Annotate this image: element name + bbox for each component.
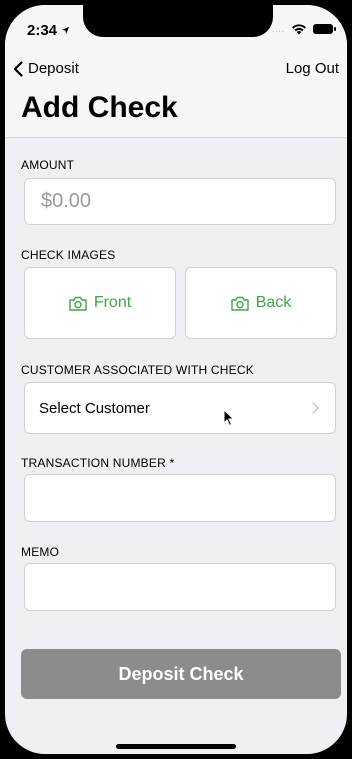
phone-screen: 2:34 .... Deposit Log Out Add Check AMOU…	[5, 5, 347, 754]
back-label: Deposit	[28, 60, 79, 77]
camera-icon	[69, 296, 87, 311]
transaction-number-label: TRANSACTION NUMBER *	[21, 456, 175, 470]
customer-select[interactable]: Select Customer	[24, 382, 336, 434]
status-bar: 2:34 ....	[5, 5, 347, 51]
page-title: Add Check	[21, 91, 178, 124]
back-image-button[interactable]: Back	[185, 267, 337, 339]
memo-input[interactable]	[25, 564, 335, 610]
signal-dots: ....	[272, 24, 285, 34]
camera-icon	[231, 296, 249, 311]
wifi-icon	[292, 24, 306, 35]
mouse-pointer-icon	[223, 409, 235, 427]
customer-select-row[interactable]: Select Customer	[25, 383, 335, 433]
location-arrow-icon	[62, 26, 70, 35]
back-button[interactable]: Deposit	[13, 60, 79, 77]
transaction-number-field	[24, 474, 336, 522]
check-images-label: CHECK IMAGES	[21, 248, 116, 262]
front-label: Front	[93, 294, 132, 311]
transaction-number-input[interactable]	[25, 475, 335, 521]
battery-icon	[313, 24, 336, 34]
amount-label: AMOUNT	[21, 158, 75, 172]
memo-field	[24, 563, 336, 611]
chevron-right-icon	[312, 402, 319, 414]
logout-button[interactable]: Log Out	[286, 60, 339, 77]
system-icons: ....	[272, 23, 336, 35]
home-indicator[interactable]	[116, 744, 236, 749]
memo-label: MEMO	[21, 545, 60, 559]
amount-input[interactable]	[25, 179, 335, 224]
customer-label: CUSTOMER ASSOCIATED WITH CHECK	[21, 363, 254, 377]
front-image-button[interactable]: Front	[24, 267, 176, 339]
back-label: Back	[255, 294, 292, 311]
notch	[83, 5, 273, 37]
status-time: 2:34	[27, 22, 70, 39]
amount-field	[24, 178, 336, 225]
customer-select-value: Select Customer	[39, 399, 150, 417]
deposit-check-button[interactable]: Deposit Check	[21, 649, 341, 699]
chevron-left-icon	[13, 60, 23, 77]
navigation-bar: Deposit Log Out Add Check	[5, 51, 347, 138]
